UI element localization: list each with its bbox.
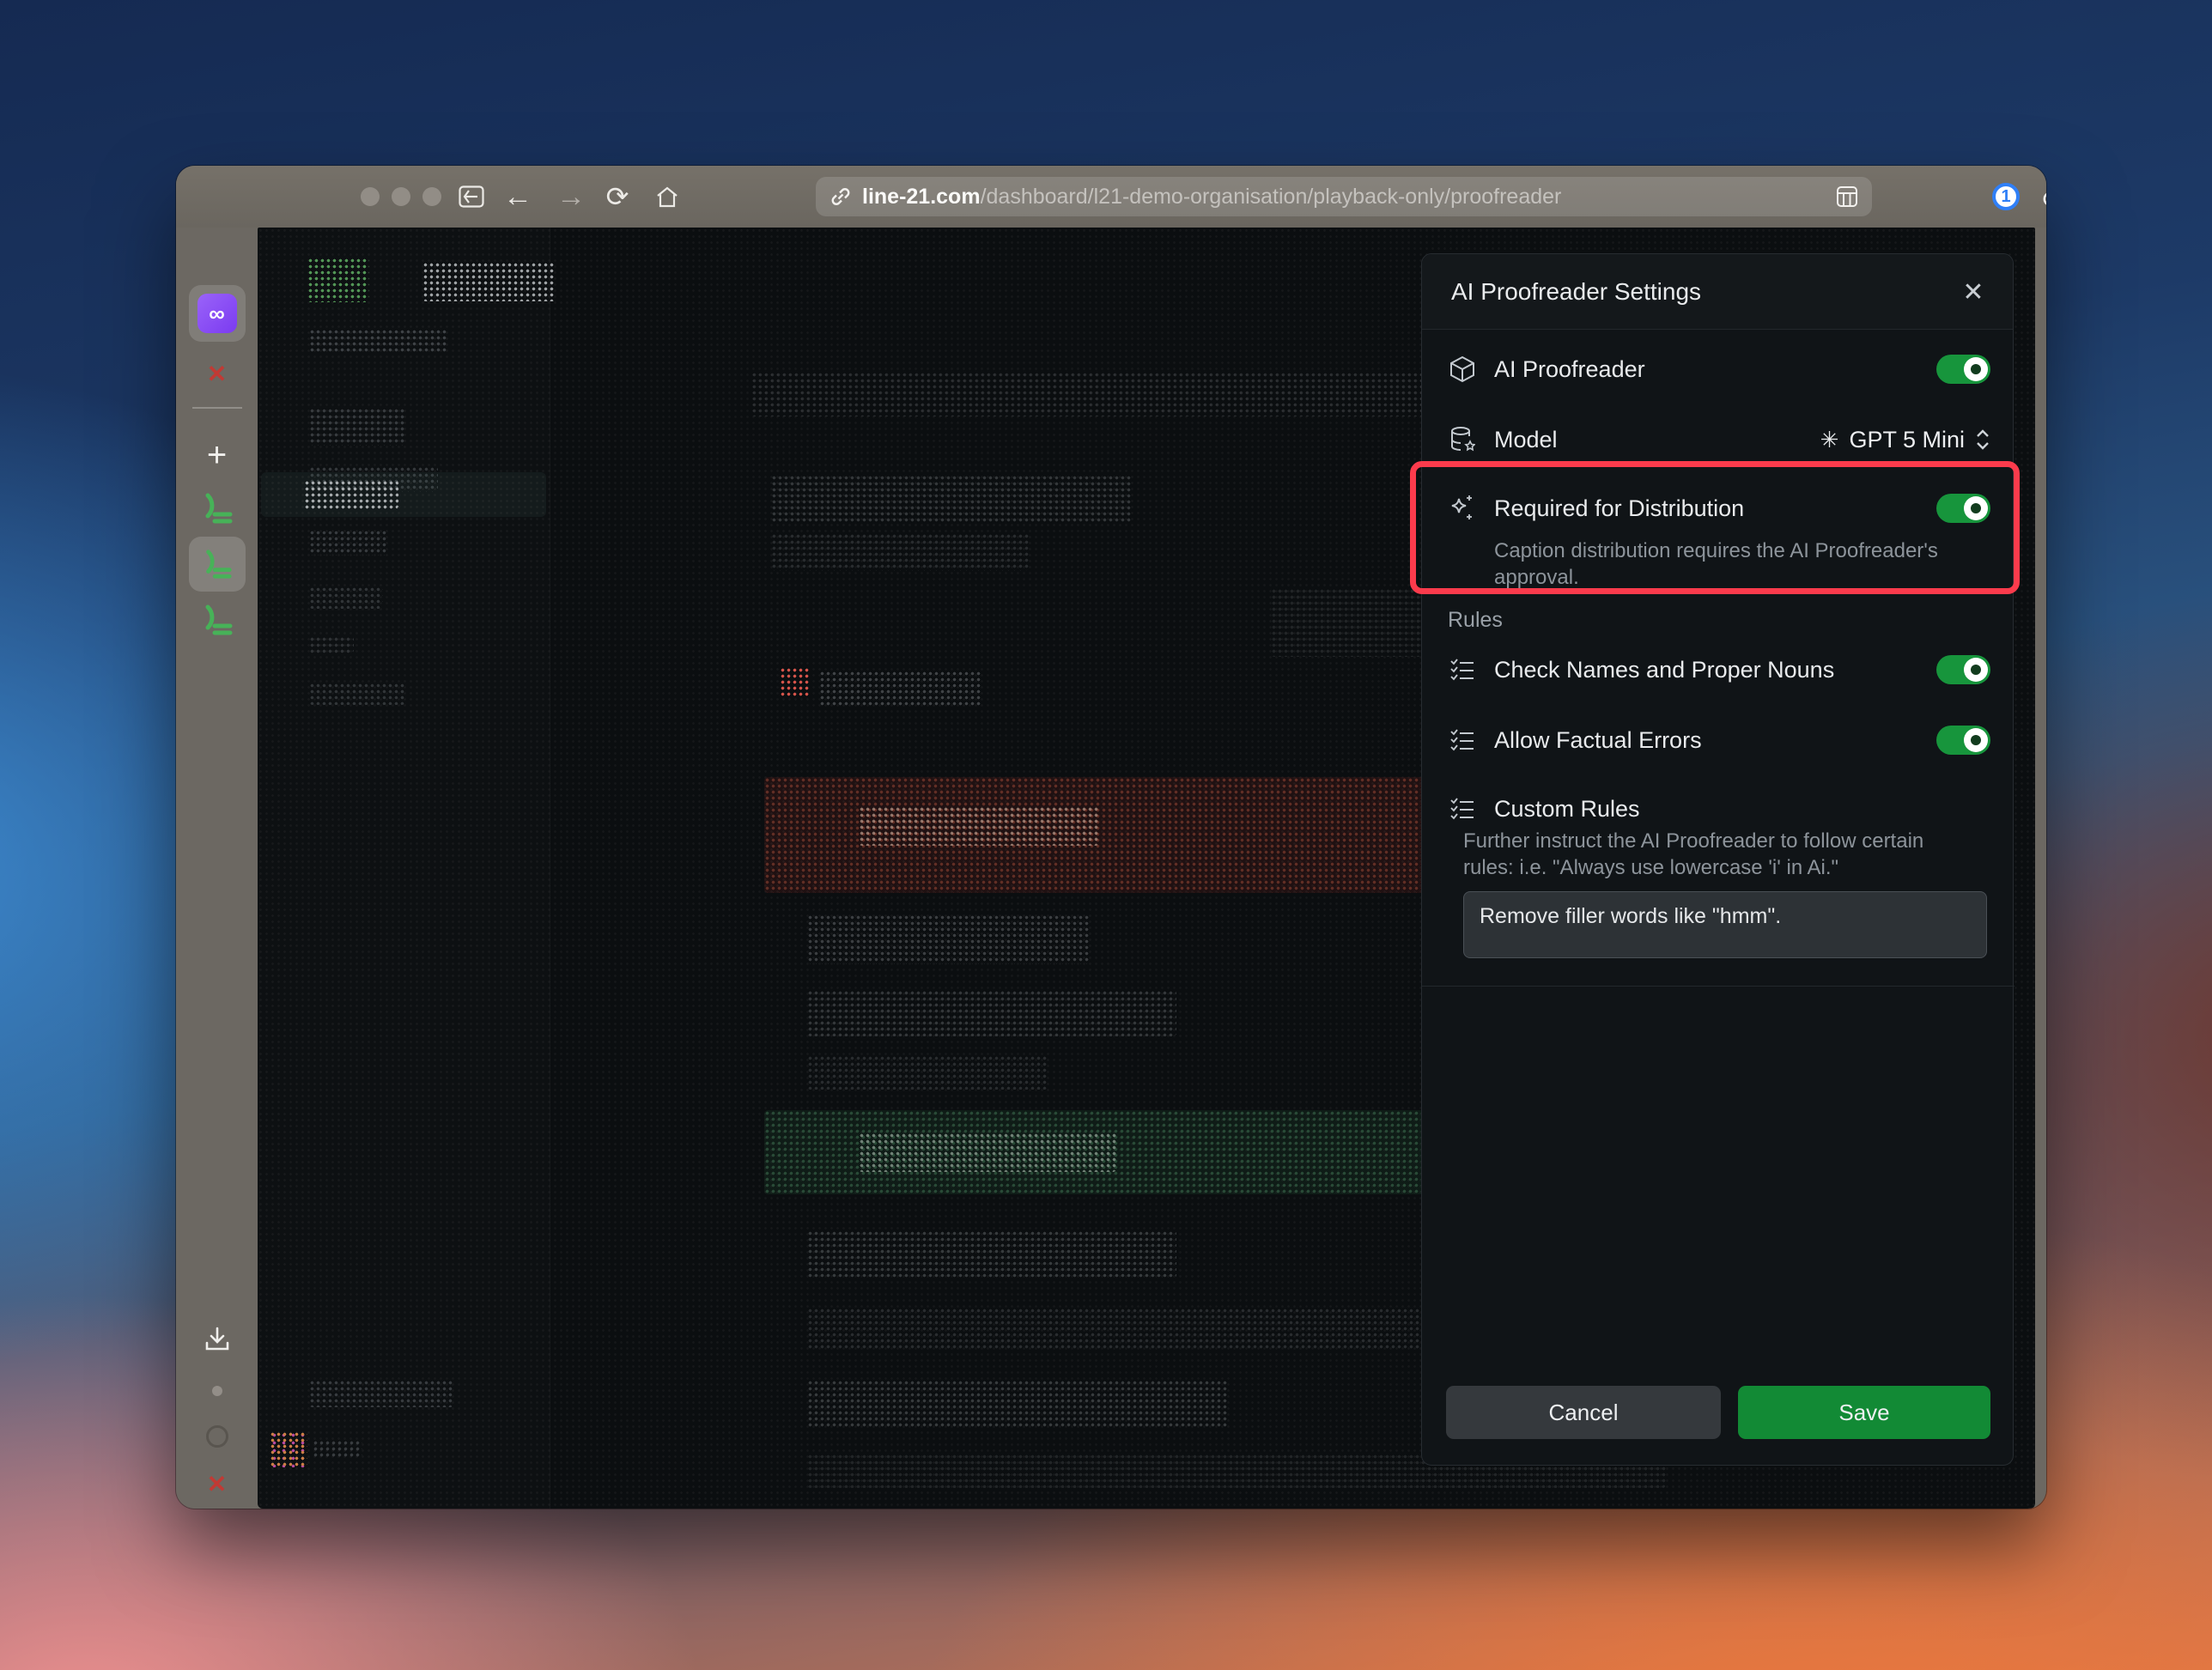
rail-close-icon[interactable]: ✕ [176, 348, 258, 399]
custom-rules-label: Custom Rules [1494, 795, 1640, 822]
redacted-caption-row [771, 533, 1029, 571]
sparkles-icon [1448, 494, 1477, 523]
close-window-button[interactable] [361, 187, 380, 206]
panel-header: AI Proofreader Settings ✕ [1422, 254, 2013, 330]
panel-divider [1422, 986, 2014, 987]
url-domain: line-21.com [862, 184, 981, 209]
save-button[interactable]: Save [1738, 1386, 1990, 1439]
custom-rules-input[interactable]: Remove filler words like "hmm". [1463, 891, 1987, 958]
caption-track-icon-1[interactable] [176, 485, 258, 531]
reload-icon[interactable]: ⟳ [599, 166, 636, 228]
redacted-sidebar-row [309, 530, 388, 556]
model-select[interactable]: ✳ GPT 5 Mini [1820, 427, 1990, 453]
redacted-sidebar-row [309, 586, 383, 609]
rail-add-icon[interactable]: + [176, 429, 258, 481]
redacted-sidebar-row [309, 1380, 453, 1407]
required-distribution-label: Required for Distribution [1494, 495, 1745, 521]
browser-window: ← → ⟳ line-21.com/dashboard/l21-demo-org… [176, 166, 2046, 1509]
select-chevrons-icon [1977, 429, 1989, 450]
check-names-label: Check Names and Proper Nouns [1494, 656, 1835, 683]
caption-track-icon-3[interactable] [176, 597, 258, 643]
page-content: AI Proofreader Settings ✕ AI Proofreader [258, 228, 2035, 1509]
app-body: ∞ ✕ + ✕ AI Proofreader Settings ✕ AI Pro… [176, 228, 2046, 1509]
status-ring [176, 1423, 258, 1450]
sidebar-toggle-icon[interactable] [453, 166, 490, 228]
caption-track-icon-2-selected[interactable] [176, 535, 258, 593]
model-value: GPT 5 Mini [1849, 426, 1965, 452]
line21-app-tile[interactable]: ∞ [176, 275, 258, 352]
allow-factual-label: Allow Factual Errors [1494, 726, 1702, 753]
back-icon[interactable]: ← [499, 166, 537, 228]
close-icon[interactable]: ✕ [1956, 275, 1990, 309]
browser-toolbar: ← → ⟳ line-21.com/dashboard/l21-demo-org… [176, 166, 2046, 228]
checklist-icon [1448, 655, 1477, 684]
download-icon[interactable] [176, 1318, 258, 1361]
redacted-sidebar-row [309, 329, 447, 353]
redacted-caption-row [807, 1055, 1048, 1090]
zoom-window-button[interactable] [422, 187, 441, 206]
redacted-caption-row [807, 1380, 1228, 1428]
check-names-row: Check Names and Proper Nouns [1422, 646, 2014, 694]
status-dot [176, 1382, 258, 1400]
redacted-caption-row [807, 990, 1176, 1036]
redacted-sidebar-row [309, 636, 354, 653]
redacted-caption-row [807, 1230, 1176, 1278]
error-x-redacted-icon [780, 667, 809, 698]
required-distribution-description: Caption distribution requires the AI Pro… [1494, 539, 1938, 589]
redacted-caption-row [819, 671, 982, 707]
checklist-icon [1448, 726, 1477, 755]
checklist-icon [1448, 794, 1477, 823]
reader-grid-icon[interactable] [1836, 185, 1858, 208]
cancel-button[interactable]: Cancel [1446, 1386, 1721, 1439]
desktop: ← → ⟳ line-21.com/dashboard/l21-demo-org… [0, 0, 2212, 1670]
redacted-caption-row [807, 914, 1091, 964]
link-icon [830, 185, 852, 208]
redacted-sidebar-row [313, 1440, 362, 1459]
rules-heading: Rules [1448, 608, 1503, 632]
cube-icon [1448, 355, 1477, 384]
sidebar-selected-row[interactable] [261, 472, 546, 517]
custom-rules-description: Further instruct the AI Proofreader to f… [1463, 829, 1924, 879]
custom-rules-row: Custom Rules [1422, 785, 2014, 833]
ai-proofreader-toggle[interactable] [1936, 355, 1990, 384]
minimize-window-button[interactable] [392, 187, 410, 206]
model-database-icon [1448, 425, 1477, 454]
required-distribution-toggle[interactable] [1936, 494, 1990, 523]
rail-divider [176, 404, 258, 412]
user-avatar-redacted[interactable] [270, 1431, 307, 1467]
icloud-icon[interactable] [2038, 166, 2046, 228]
allow-factual-row: Allow Factual Errors [1422, 716, 2014, 764]
redacted-sidebar-row [309, 683, 405, 705]
rail-close-icon-bottom[interactable]: ✕ [176, 1462, 258, 1505]
app-rail: ∞ ✕ + ✕ [176, 228, 258, 1509]
model-label: Model [1494, 426, 1558, 452]
panel-title: AI Proofreader Settings [1451, 277, 1702, 305]
ai-proofreader-row: AI Proofreader [1422, 345, 2014, 393]
home-icon[interactable] [648, 166, 686, 228]
ai-proofreader-settings-panel: AI Proofreader Settings ✕ AI Proofreader [1421, 253, 2014, 1466]
url-path: /dashboard/l21-demo-organisation/playbac… [980, 184, 1562, 209]
forward-icon[interactable]: → [552, 166, 590, 228]
redacted-caption-row [771, 475, 1132, 523]
redacted-logo-mark [307, 258, 369, 302]
model-row: Model ✳ GPT 5 Mini [1422, 416, 2014, 464]
redacted-sidebar-row [309, 408, 405, 446]
line21-logo-icon: ∞ [197, 294, 237, 333]
onepassword-extension-icon[interactable]: 1 [1986, 166, 2026, 228]
check-names-toggle[interactable] [1936, 655, 1990, 684]
allow-factual-toggle[interactable] [1936, 726, 1990, 755]
redacted-logo-text [422, 262, 556, 301]
openai-icon: ✳ [1820, 426, 1839, 452]
ai-proofreader-label: AI Proofreader [1494, 355, 1645, 382]
redacted-caption-row [807, 1308, 1425, 1351]
required-distribution-row: Required for Distribution [1422, 484, 2014, 532]
url-field[interactable]: line-21.com/dashboard/l21-demo-organisat… [816, 177, 1872, 216]
